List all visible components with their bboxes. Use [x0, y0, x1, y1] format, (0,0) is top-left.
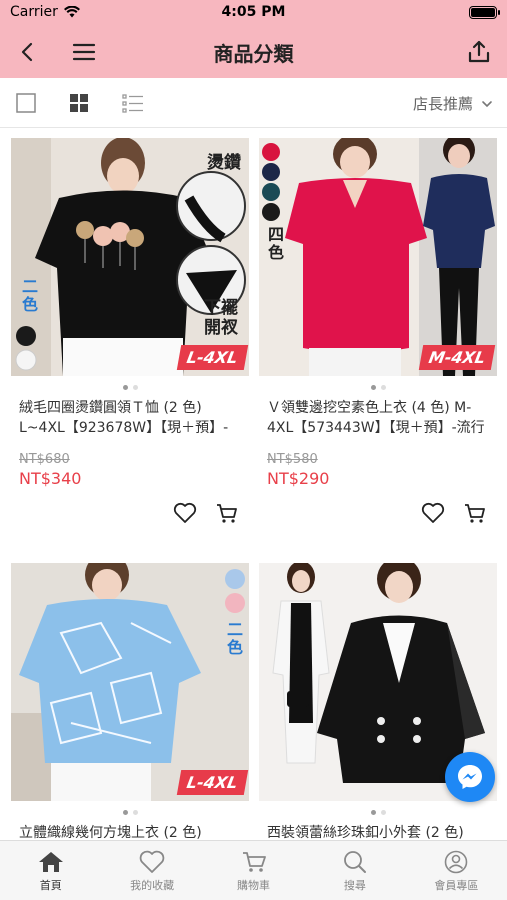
color-count-overlay: 四色 — [265, 226, 284, 262]
sort-dropdown[interactable]: 店長推薦 — [413, 93, 493, 114]
share-icon[interactable] — [465, 38, 493, 66]
home-icon — [38, 852, 63, 872]
sort-label: 店長推薦 — [412, 95, 473, 113]
tab-home[interactable]: 首頁 — [0, 841, 101, 900]
product-title[interactable]: Ｖ領雙邊挖空素色上衣 (4 色) M-4XL【573443W】【現＋預】-流行前… — [259, 398, 497, 438]
product-title[interactable]: 絨毛四圈燙鑽圓領Ｔ恤 (2 色) L~4XL【923678W】【現＋預】-流行前… — [11, 398, 249, 438]
tab-favorites[interactable]: 我的收藏 — [101, 841, 202, 900]
card-actions — [259, 488, 497, 532]
product-card[interactable]: 四色 M-4XL Ｖ領雙邊挖空素色上衣 (4 色) M-4XL【573443W】… — [259, 138, 497, 532]
tab-label: 我的收藏 — [130, 879, 175, 892]
card-actions — [11, 488, 249, 532]
list-view-icon[interactable] — [121, 91, 145, 115]
image-pager — [11, 376, 249, 398]
tab-cart[interactable]: 購物車 — [203, 841, 304, 900]
tab-label: 首頁 — [39, 879, 62, 892]
favorite-heart-icon[interactable] — [420, 500, 446, 526]
sale-price: NT$340 — [19, 469, 82, 488]
search-icon — [344, 851, 366, 873]
color-count-overlay: 二色 — [224, 621, 243, 657]
product-card[interactable]: 二色 燙鑽 下襬開衩 L-4XL 絨毛四圈燙鑽圓領Ｔ恤 (2 色) L~4XL【… — [11, 138, 249, 532]
battery-icon — [469, 6, 500, 19]
user-icon — [445, 850, 468, 874]
chevron-down-icon — [482, 100, 492, 107]
size-tag: L-4XL — [176, 770, 248, 795]
nav-bar: 商品分類 — [0, 26, 507, 78]
original-price: NT$580 — [267, 452, 318, 467]
sale-price: NT$290 — [267, 469, 330, 488]
cart-icon — [242, 852, 266, 872]
size-tag: M-4XL — [418, 345, 496, 370]
image-pager — [11, 801, 249, 823]
tab-label: 購物車 — [237, 879, 271, 892]
product-image[interactable]: 二色 燙鑽 下襬開衩 L-4XL — [11, 138, 249, 376]
add-to-cart-icon[interactable] — [214, 500, 240, 526]
messenger-icon — [458, 765, 482, 789]
add-to-cart-icon[interactable] — [462, 500, 488, 526]
tab-label: 搜尋 — [343, 879, 366, 892]
heart-icon — [139, 850, 165, 873]
grid-view-icon[interactable] — [67, 91, 91, 115]
product-image[interactable]: 四色 M-4XL — [259, 138, 497, 376]
status-time: 4:05 PM — [221, 4, 286, 20]
favorite-heart-icon[interactable] — [172, 500, 198, 526]
single-view-icon[interactable] — [14, 91, 38, 115]
bottom-tab-bar: 首頁 我的收藏 購物車 搜尋 會員專區 — [0, 840, 507, 900]
tab-search[interactable]: 搜尋 — [304, 841, 405, 900]
product-card[interactable]: 二色 L-4XL 立體織線幾何方塊上衣 (2 色) — [11, 563, 249, 863]
size-tag: L-4XL — [176, 345, 248, 370]
feature-overlay-bottom: 下襬開衩 — [204, 298, 238, 338]
product-image[interactable]: 二色 L-4XL — [11, 563, 249, 801]
original-price: NT$680 — [19, 452, 70, 467]
messenger-chat-button[interactable] — [445, 752, 495, 802]
image-pager — [259, 801, 497, 823]
tab-member[interactable]: 會員專區 — [406, 841, 507, 900]
feature-overlay-top: 燙鑽 — [207, 153, 241, 173]
tab-label: 會員專區 — [434, 879, 479, 892]
product-card[interactable]: 西裝領蕾絲珍珠釦小外套 (2 色) — [259, 563, 497, 863]
color-count-overlay: 二色 — [19, 278, 38, 314]
page-title: 商品分類 — [213, 42, 294, 66]
status-bar: Carrier 4:05 PM — [0, 0, 507, 26]
filter-bar: 店長推薦 — [0, 78, 507, 128]
image-pager — [259, 376, 497, 398]
